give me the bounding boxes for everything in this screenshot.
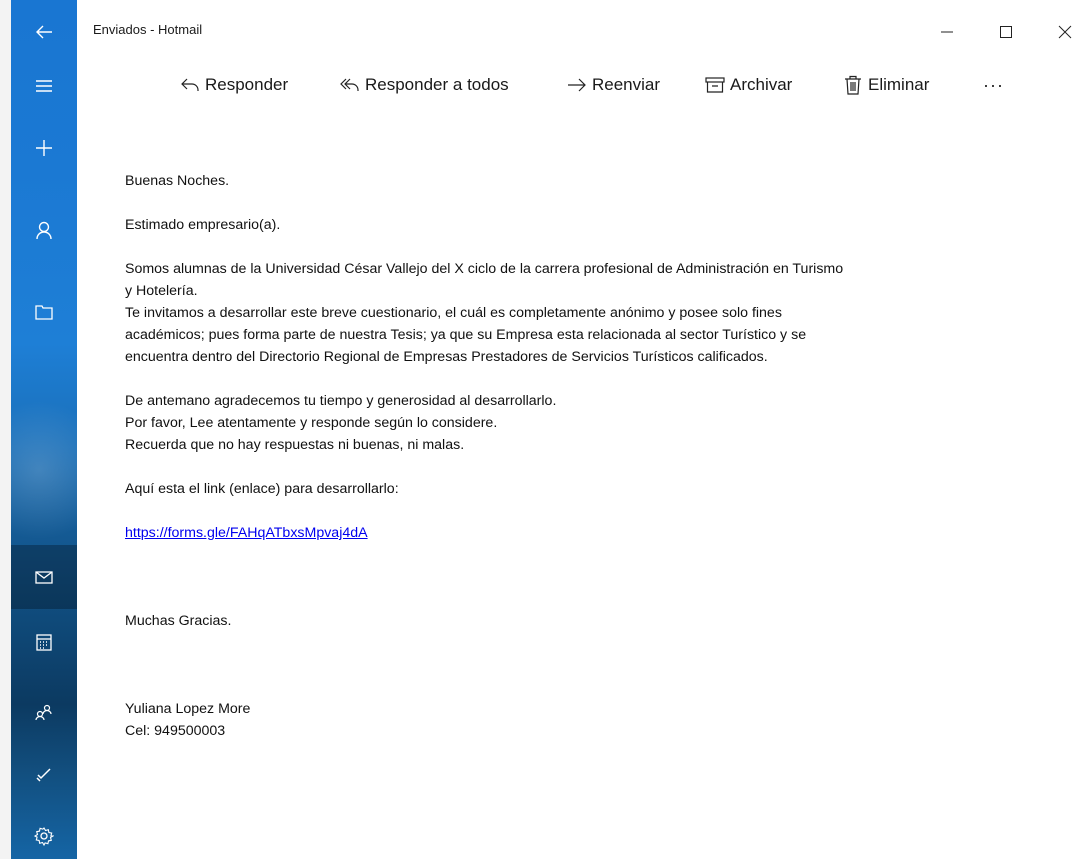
maximize-icon (1000, 26, 1012, 38)
calendar-icon (36, 634, 52, 651)
paragraph-line: De antemano agradecemos tu tiempo y gene… (125, 393, 557, 409)
menu-button[interactable] (11, 54, 77, 118)
delete-button[interactable]: Eliminar (842, 68, 929, 102)
people-icon (35, 704, 52, 721)
forward-button[interactable]: Reenviar (566, 68, 660, 102)
folder-icon (35, 305, 53, 320)
people-button[interactable] (11, 680, 77, 744)
window-title: Enviados - Hotmail (93, 22, 203, 37)
reply-icon (181, 78, 199, 91)
survey-link[interactable]: https://forms.gle/FAHqATbxsMpvaj4dA (125, 525, 368, 541)
paragraph-line: Te invitamos a desarrollar este breve cu… (125, 305, 782, 321)
settings-button[interactable] (11, 804, 77, 859)
close-icon (1058, 25, 1072, 39)
plus-icon (36, 140, 52, 156)
paragraph-line: Somos alumnas de la Universidad César Va… (125, 261, 844, 277)
paragraph-line: y Hotelería. (125, 283, 198, 299)
archive-button[interactable]: Archivar (704, 68, 792, 102)
forward-arrow-icon (568, 78, 586, 92)
archive-icon (705, 77, 725, 93)
paragraph-line: encuentra dentro del Directorio Regional… (125, 349, 768, 365)
gear-icon (34, 827, 54, 846)
accounts-button[interactable] (11, 198, 77, 262)
new-mail-button[interactable] (11, 116, 77, 180)
salutation: Estimado empresario(a). (125, 217, 281, 233)
hamburger-menu-icon (36, 80, 52, 92)
paragraph-line: académicos; pues forma parte de nuestra … (125, 327, 807, 343)
message-body: Buenas Noches. Estimado empresario(a). S… (125, 170, 1060, 742)
signature-phone: Cel: 949500003 (125, 723, 226, 739)
calendar-button[interactable] (11, 610, 77, 674)
paragraph-line: Por favor, Lee atentamente y responde se… (125, 415, 498, 431)
archive-label: Archivar (730, 75, 793, 94)
title-bar: Enviados - Hotmail (77, 0, 1083, 54)
greeting: Buenas Noches. (125, 173, 230, 189)
more-actions-button[interactable]: ··· (983, 68, 1004, 102)
command-bar: Responder Responder a todos Reenviar Arc… (77, 68, 1083, 104)
back-arrow-icon (36, 25, 52, 39)
thanks: Muchas Gracias. (125, 613, 232, 629)
trash-icon (845, 75, 861, 95)
app-sidebar (11, 0, 77, 859)
reply-label: Responder (205, 75, 289, 94)
person-icon (36, 221, 52, 240)
mail-button[interactable] (11, 545, 77, 609)
mail-icon (35, 571, 53, 584)
reply-all-button[interactable]: Responder a todos (339, 68, 509, 102)
forward-label: Reenviar (592, 75, 661, 94)
todo-button[interactable] (11, 742, 77, 806)
minimize-button[interactable] (933, 18, 961, 46)
todo-check-icon (36, 768, 51, 782)
signature-name: Yuliana Lopez More (125, 701, 251, 717)
close-button[interactable] (1051, 18, 1079, 46)
minimize-icon (941, 31, 953, 33)
link-intro: Aquí esta el link (enlace) para desarrol… (125, 481, 399, 497)
reply-all-label: Responder a todos (365, 75, 509, 94)
reply-all-icon (340, 78, 359, 91)
folders-button[interactable] (11, 280, 77, 344)
reply-button[interactable]: Responder (179, 68, 288, 102)
maximize-button[interactable] (992, 18, 1020, 46)
paragraph-line: Recuerda que no hay respuestas ni buenas… (125, 437, 465, 453)
delete-label: Eliminar (868, 75, 930, 94)
